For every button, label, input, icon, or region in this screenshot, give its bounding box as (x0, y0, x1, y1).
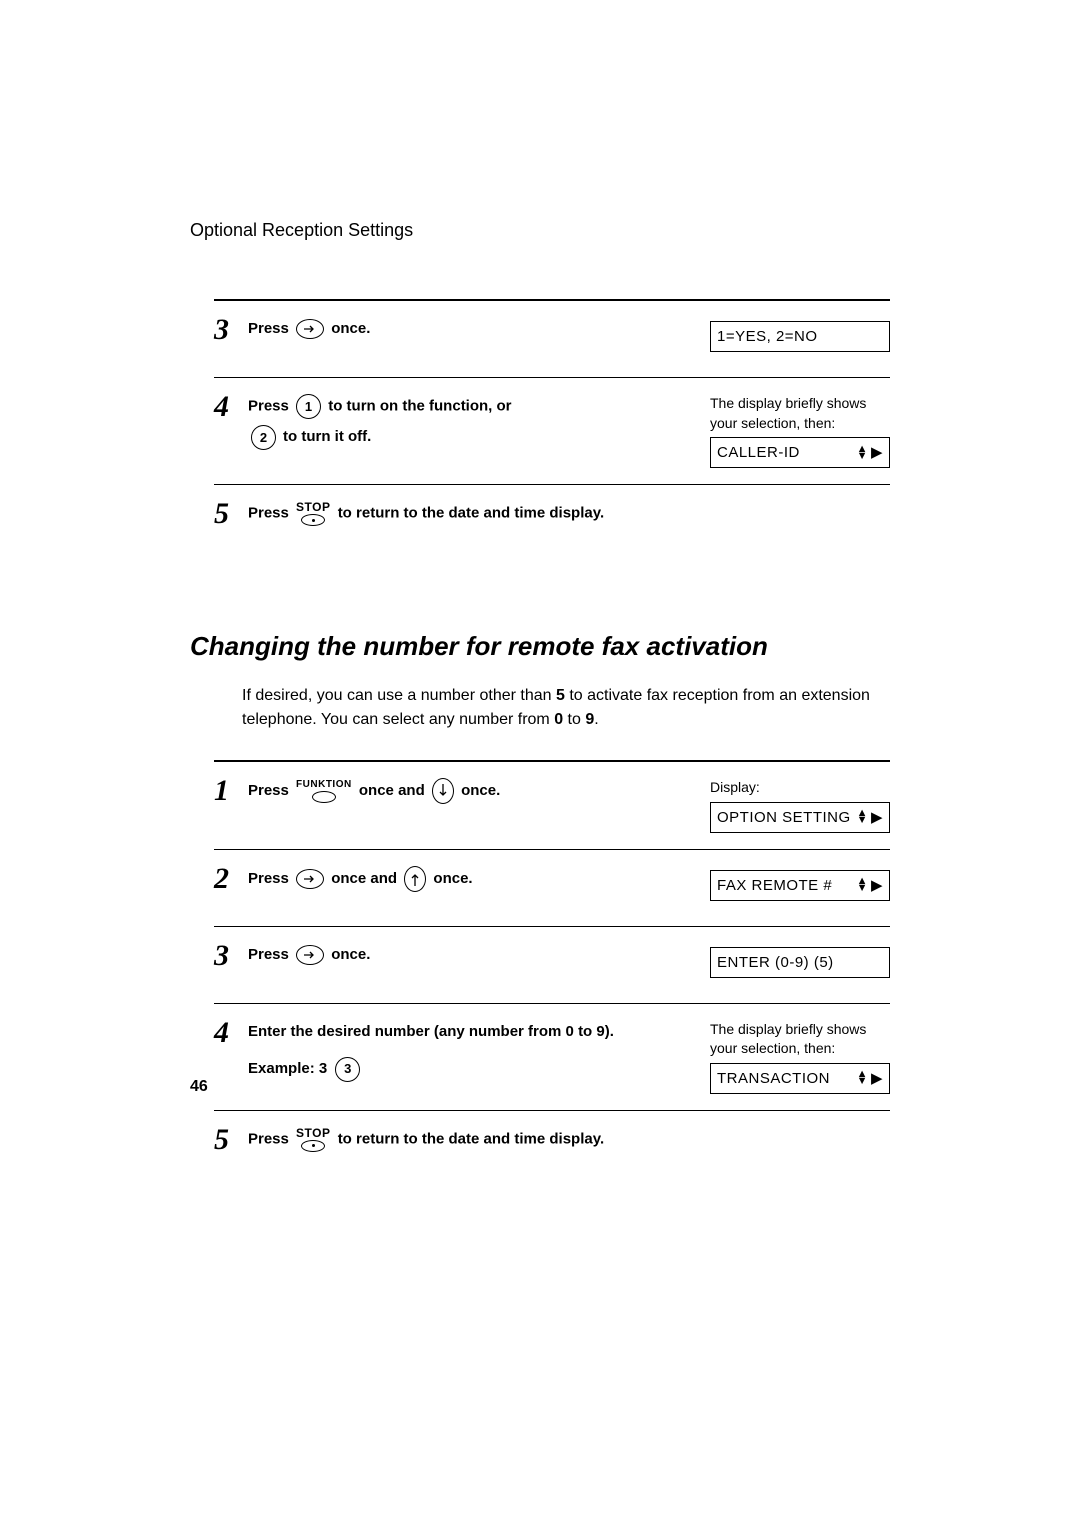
step-row: 2 Press once and once. FAX REMOTE # (214, 850, 890, 926)
step-number: 1 (214, 776, 248, 806)
up-arrow-icon (404, 866, 426, 892)
running-header: Optional Reception Settings (190, 220, 890, 241)
display-note: The display briefly shows your selection… (710, 394, 890, 433)
step-instruction: Press FUNKTION once and once. (248, 776, 710, 804)
step-instruction: Press STOP to return to the date and tim… (248, 1125, 890, 1152)
step-instruction: Press once. (248, 315, 710, 342)
lcd-display: TRANSACTION ▲▼▶ (710, 1063, 890, 1094)
step-number: 4 (214, 1018, 248, 1048)
lcd-display: ENTER (0-9) (5) (710, 947, 890, 978)
funktion-key-icon: FUNKTION (296, 780, 352, 803)
display-label: Display: (710, 778, 890, 798)
nav-arrows-icon: ▲▼▶ (857, 875, 883, 896)
step-row: 4 Enter the desired number (any number f… (214, 1004, 890, 1110)
step-number: 4 (214, 392, 248, 422)
step-number: 5 (214, 1125, 248, 1155)
lcd-display: 1=YES, 2=NO (710, 321, 890, 352)
nav-arrows-icon: ▲▼▶ (857, 1068, 883, 1089)
page-number: 46 (190, 1078, 208, 1096)
step-number: 2 (214, 864, 248, 894)
lcd-display: OPTION SETTING ▲▼▶ (710, 802, 890, 833)
keypad-1-icon: 1 (296, 394, 321, 419)
step-number: 5 (214, 499, 248, 529)
step-row: 3 Press once. ENTER (0-9) (5) (214, 927, 890, 1003)
display-note: The display briefly shows your selection… (710, 1020, 890, 1059)
top-steps: 3 Press once. 1=YES, 2=NO 4 (214, 299, 890, 561)
step-row: 3 Press once. 1=YES, 2=NO (214, 301, 890, 377)
stop-key-icon: STOP (296, 1127, 330, 1152)
step-instruction: Press STOP to return to the date and tim… (248, 499, 890, 526)
step-row: 4 Press 1 to turn on the function, or 2 … (214, 378, 890, 484)
step-row: 5 Press STOP to return to the date and t… (214, 1111, 890, 1187)
lcd-display: FAX REMOTE # ▲▼▶ (710, 870, 890, 901)
step-row: 1 Press FUNKTION once and once. Display: (214, 762, 890, 849)
nav-arrows-icon: ▲▼▶ (857, 442, 883, 463)
manual-page: Optional Reception Settings 3 Press once… (0, 0, 1080, 1187)
keypad-3-icon: 3 (335, 1057, 360, 1082)
right-arrow-icon (296, 869, 324, 889)
keypad-2-icon: 2 (251, 425, 276, 450)
step-number: 3 (214, 315, 248, 345)
right-arrow-icon (296, 945, 324, 965)
step-instruction: Enter the desired number (any number fro… (248, 1018, 710, 1082)
step-instruction: Press once and once. (248, 864, 710, 892)
stop-key-icon: STOP (296, 501, 330, 526)
lcd-display: CALLER-ID ▲▼▶ (710, 437, 890, 468)
nav-arrows-icon: ▲▼▶ (857, 807, 883, 828)
section-heading: Changing the number for remote fax activ… (190, 631, 890, 662)
step-instruction: Press once. (248, 941, 710, 968)
step-row: 5 Press STOP to return to the date and t… (214, 485, 890, 561)
bottom-steps: 1 Press FUNKTION once and once. Display: (214, 760, 890, 1187)
step-number: 3 (214, 941, 248, 971)
section-intro: If desired, you can use a number other t… (242, 684, 890, 732)
right-arrow-icon (296, 319, 324, 339)
step-instruction: Press 1 to turn on the function, or 2 to… (248, 392, 710, 450)
down-arrow-icon (432, 778, 454, 804)
